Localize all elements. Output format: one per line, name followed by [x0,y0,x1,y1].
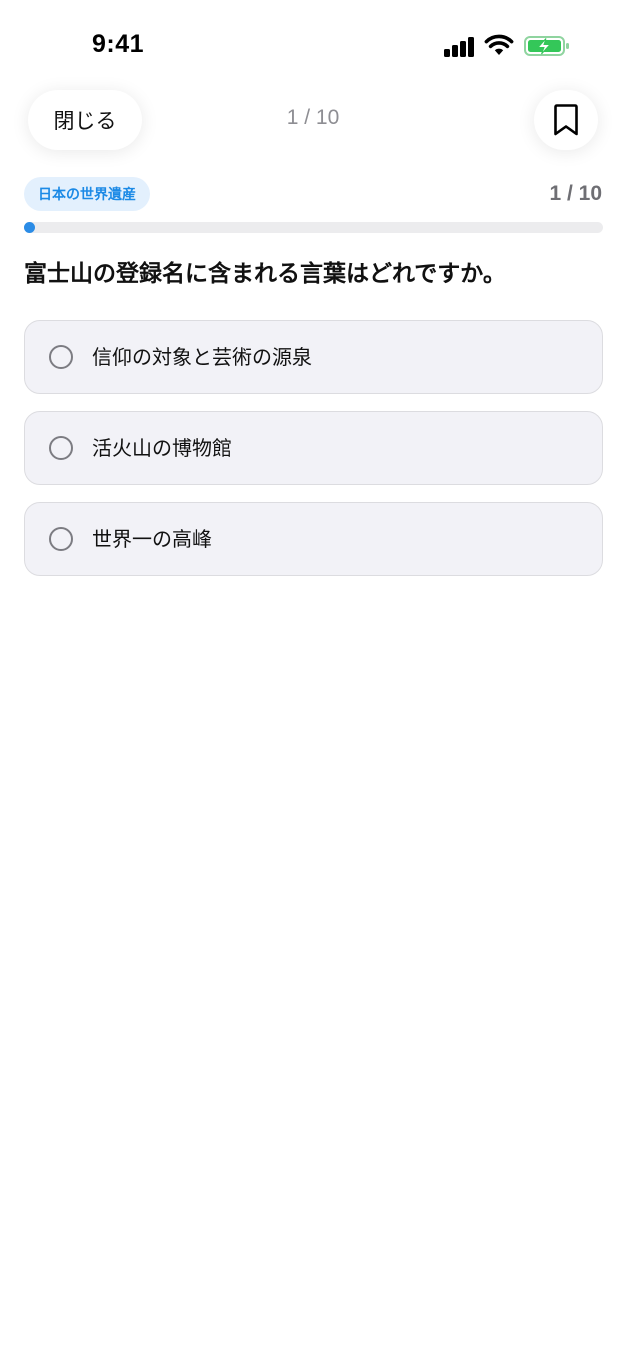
status-time: 9:41 [92,30,145,58]
question-count: 1 / 10 [549,182,602,205]
answer-option-label: 活火山の博物館 [92,436,232,460]
answer-option[interactable]: 世界一の高峰 [24,502,603,576]
quiz-screen: 9:41 閉じる 1 / 10 日本の世界遺産 1 / 10 富士山の登録名に含… [0,0,626,1360]
radio-button[interactable] [49,527,73,551]
answer-option[interactable]: 信仰の対象と芸術の源泉 [24,320,603,394]
question-text: 富士山の登録名に含まれる言葉はどれですか。 [24,261,506,287]
battery-charging-icon [524,36,569,56]
header-progress-text: 1 / 10 [286,106,340,129]
progress-bar [24,222,603,233]
signal-icon [444,37,476,57]
bookmark-icon [554,104,578,136]
progress-bar-fill [24,222,35,233]
wifi-icon [484,34,514,55]
bookmark-button[interactable] [534,90,598,150]
status-bar: 9:41 [0,0,626,92]
answer-option-label: 世界一の高峰 [92,527,212,551]
answer-option[interactable]: 活火山の博物館 [24,411,603,485]
radio-button[interactable] [49,345,73,369]
category-badge: 日本の世界遺産 [24,177,150,211]
close-button[interactable]: 閉じる [28,90,142,150]
radio-button[interactable] [49,436,73,460]
answer-options: 信仰の対象と芸術の源泉 活火山の博物館 世界一の高峰 [24,320,603,593]
answer-option-label: 信仰の対象と芸術の源泉 [92,345,312,369]
